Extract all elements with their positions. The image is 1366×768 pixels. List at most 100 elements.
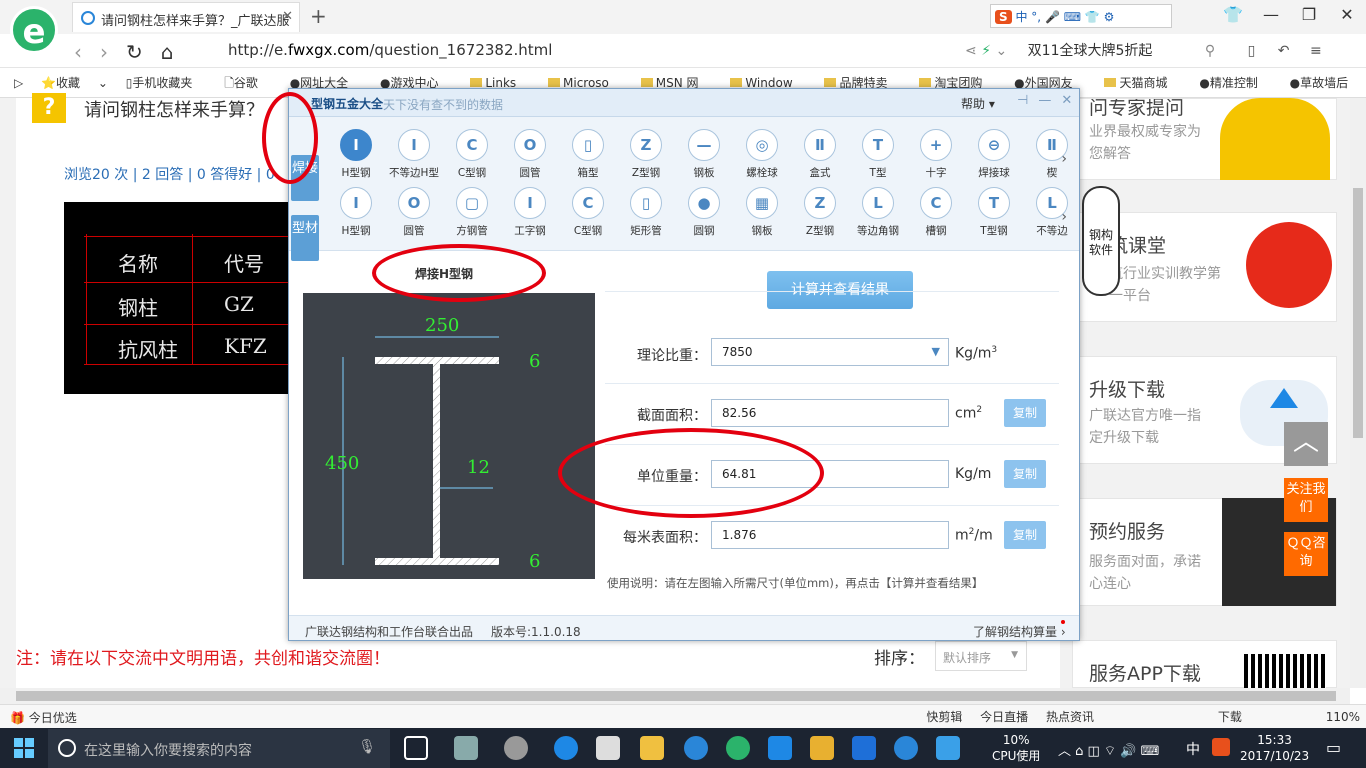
store-icon[interactable] — [596, 736, 620, 760]
chevron-down-icon[interactable]: ⌄ — [995, 43, 1007, 59]
back-icon[interactable]: ‹ — [74, 40, 100, 64]
taskbar-app-icon[interactable] — [810, 736, 834, 760]
status-today[interactable]: 今日优选 — [29, 711, 77, 725]
taskbar-app-icon[interactable] — [454, 736, 478, 760]
phone-icon[interactable]: ▯ — [1248, 43, 1256, 59]
chevron-right-icon[interactable]: › — [1061, 209, 1067, 225]
chevron-right-icon[interactable]: › — [1061, 151, 1067, 167]
help-menu[interactable]: 帮助 ▾ — [961, 95, 995, 112]
edge-icon[interactable] — [554, 736, 578, 760]
ie-icon[interactable] — [684, 736, 708, 760]
taskbar-app-icon[interactable] — [852, 736, 876, 760]
shape-tool[interactable]: C C型钢 — [559, 187, 617, 238]
copy-surface-button[interactable]: 复制 — [1004, 521, 1046, 549]
scroll-thumb[interactable] — [16, 691, 1336, 701]
menu-icon[interactable]: ≡ — [1310, 43, 1322, 59]
dim-top-flange[interactable]: 6 — [529, 351, 540, 372]
shape-tool[interactable]: ▢ 方钢管 — [443, 187, 501, 238]
bookmark-item[interactable]: ▯手机收藏夹 — [126, 76, 207, 90]
dim-height[interactable]: 450 — [325, 453, 359, 474]
shape-tool[interactable]: L 等边角钢 — [849, 187, 907, 238]
explorer-icon[interactable] — [640, 736, 664, 760]
microphone-icon[interactable]: 🎙 — [358, 739, 376, 755]
undo-icon[interactable]: ↶ — [1278, 43, 1290, 59]
steel-software-badge[interactable]: 钢构软件 — [1082, 186, 1120, 296]
copy-weight-button[interactable]: 复制 — [1004, 460, 1046, 488]
taskbar-search[interactable]: 在这里输入你要搜索的内容 🎙 — [48, 729, 390, 768]
shape-tool[interactable]: Z Z型钢 — [791, 187, 849, 238]
cpu-usage[interactable]: 10% CPU使用 — [992, 732, 1040, 764]
shirt-icon[interactable]: 👕 — [1214, 0, 1252, 30]
sogou-tray-icon[interactable] — [1212, 738, 1230, 756]
dim-width[interactable]: 250 — [425, 315, 459, 336]
shape-icon: O — [398, 187, 430, 219]
status-item[interactable]: 下载 — [1218, 710, 1242, 724]
sort-select[interactable]: 默认排序 ▼ — [935, 641, 1027, 671]
dim-web[interactable]: 12 — [467, 457, 490, 478]
scroll-thumb[interactable] — [1353, 188, 1363, 438]
browser-360-icon[interactable] — [726, 736, 750, 760]
footer-learn-link[interactable]: 了解钢结构算量 › — [973, 623, 1066, 640]
browser-tab[interactable]: 请问钢柱怎样来手算？_广联达服 ✕ — [72, 2, 300, 32]
shape-tool[interactable]: O 圆管 — [385, 187, 443, 238]
restore-icon[interactable]: ❐ — [1290, 0, 1328, 30]
task-view-icon[interactable] — [404, 736, 428, 760]
zoom-level[interactable]: 110% — [1326, 710, 1360, 724]
ime-indicator[interactable]: 中 — [1186, 739, 1200, 759]
taskbar-app-icon[interactable] — [894, 736, 918, 760]
taskbar-app-icon[interactable] — [768, 736, 792, 760]
promo-search-text[interactable]: 双11全球大牌5折起 — [1028, 43, 1153, 59]
reload-icon[interactable]: ↻ — [126, 40, 161, 64]
notification-center-icon[interactable]: ▭ — [1326, 738, 1341, 757]
new-tab-icon[interactable]: + — [310, 4, 327, 28]
close-window-icon[interactable]: ✕ — [1328, 0, 1366, 30]
status-item[interactable]: 热点资讯 — [1046, 710, 1094, 724]
windows-start-icon[interactable] — [14, 738, 34, 758]
area-field[interactable]: 82.56 — [711, 399, 949, 427]
density-select[interactable]: 7850 ▼ — [711, 338, 949, 366]
shape-tool[interactable]: T T型钢 — [965, 187, 1023, 238]
shape-tool[interactable]: I H型钢 — [327, 187, 385, 238]
dim-bottom-flange[interactable]: 6 — [529, 551, 540, 572]
shape-tool[interactable]: ● 圆钢 — [675, 187, 733, 238]
home-icon[interactable]: ⌂ — [161, 40, 192, 64]
shape-tool[interactable]: L 不等边 — [1023, 187, 1079, 238]
question-stats[interactable]: 浏览20 次 | 2 回答 | 0 答得好 | 0 — [64, 164, 275, 184]
taskbar-app-icon[interactable] — [504, 736, 528, 760]
taskbar-clock[interactable]: 15:33 2017/10/23 — [1240, 732, 1309, 764]
shape-tool[interactable]: ▯ 矩形管 — [617, 187, 675, 238]
share-icon[interactable]: ⋖ — [965, 43, 977, 59]
ime-toolbar[interactable]: S 中 °, 🎤 ⌨ 👕 ⚙ — [990, 4, 1172, 28]
shape-tool[interactable]: C 槽钢 — [907, 187, 965, 238]
status-item[interactable]: 今日直播 — [980, 710, 1028, 724]
bookmark-item[interactable]: 🗋谷歌 — [224, 76, 272, 90]
surface-field[interactable]: 1.876 — [711, 521, 949, 549]
pin-icon[interactable]: ⊣ — [1017, 93, 1038, 108]
lightning-icon[interactable]: ⚡ — [981, 43, 991, 59]
status-item[interactable]: 快剪辑 — [926, 710, 962, 724]
forward-icon[interactable]: › — [100, 40, 126, 64]
url-field[interactable]: http://e.fwxgx.com/question_1672382.html — [228, 41, 552, 59]
bookmark-item[interactable]: ●草故墙后 — [1290, 76, 1363, 90]
tab-close-icon[interactable]: ✕ — [282, 9, 293, 24]
steel-calculator-taskbar-icon[interactable] — [936, 736, 960, 760]
shape-tool[interactable]: ▦ 钢板 — [733, 187, 791, 238]
browser-logo-icon[interactable]: e — [10, 6, 58, 54]
minimize-icon[interactable]: — — [1252, 0, 1290, 30]
minimize-icon[interactable]: — — [1038, 93, 1061, 108]
bookmark-item[interactable]: ●精准控制 — [1199, 76, 1272, 90]
close-icon[interactable]: ✕ — [1061, 93, 1079, 108]
qq-consult-button[interactable]: ＱＱ咨询 — [1284, 532, 1328, 576]
vertical-scrollbar[interactable] — [1350, 98, 1366, 688]
copy-area-button[interactable]: 复制 — [1004, 399, 1046, 427]
horizontal-scrollbar[interactable] — [0, 688, 1350, 704]
bookmark-item[interactable]: 天猫商城 — [1104, 76, 1181, 90]
search-icon[interactable]: ⚲ — [1205, 43, 1215, 59]
back-to-top-button[interactable]: ︿ — [1284, 422, 1328, 466]
system-tray-icons[interactable]: ︿ ⌂ ◫ ⌔ 🔊 ⌨ — [1058, 740, 1159, 759]
bookmark-item[interactable]: ⭐收藏 ⌄ — [41, 76, 108, 90]
follow-us-button[interactable]: 关注我们 — [1284, 478, 1328, 522]
calculate-button[interactable]: 计算并查看结果 — [767, 271, 913, 309]
shape-tool[interactable]: I 工字钢 — [501, 187, 559, 238]
bookmark-toggle-icon[interactable]: ▷ — [14, 76, 23, 90]
